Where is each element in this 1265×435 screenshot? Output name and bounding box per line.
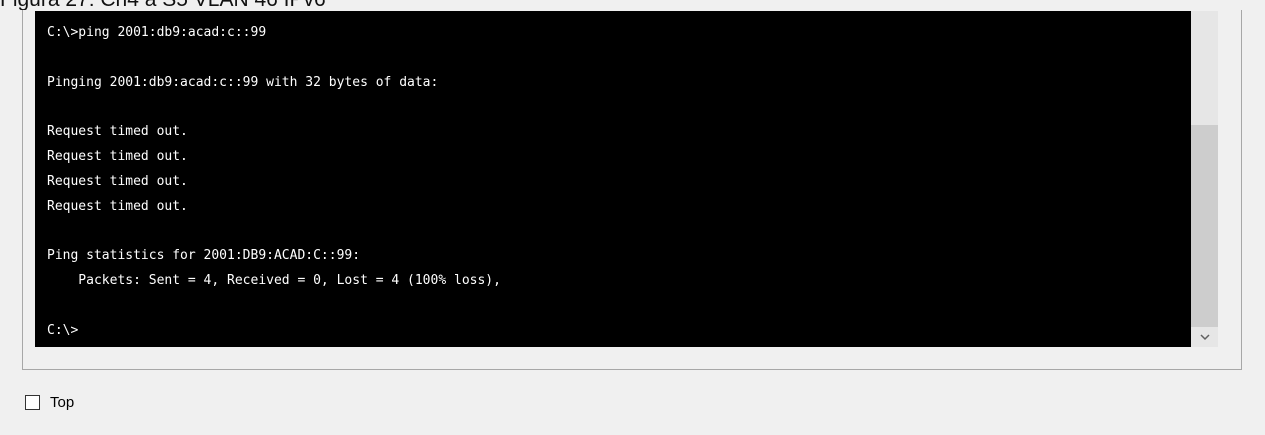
terminal-line: Request timed out. (47, 124, 188, 140)
terminal-line: Ping statistics for 2001:DB9:ACAD:C::99: (47, 248, 361, 264)
terminal-line: Packets: Sent = 4, Received = 0, Lost = … (47, 272, 501, 288)
scrollbar-thumb[interactable] (1191, 125, 1218, 327)
top-checkbox-label[interactable]: Top (50, 394, 74, 411)
vertical-scrollbar[interactable] (1191, 11, 1218, 347)
chevron-down-icon (1199, 333, 1210, 340)
top-option[interactable]: Top (25, 393, 74, 411)
terminal-line: Request timed out. (47, 173, 188, 189)
terminal-output[interactable]: C:\>ping 2001:db9:acad:c::99 Pinging 200… (35, 11, 1191, 347)
scroll-down-button[interactable] (1191, 327, 1218, 347)
figure-caption: Figura 27: Ch4 a S5 VLAN 46 IPv6 (0, 0, 600, 10)
terminal-line: Request timed out. (47, 148, 188, 164)
terminal-lines: C:\>ping 2001:db9:acad:c::99 Pinging 200… (47, 21, 501, 343)
terminal-line: C:\>ping 2001:db9:acad:c::99 (47, 25, 267, 40)
top-checkbox[interactable] (25, 394, 40, 410)
terminal-line: Pinging 2001:db9:acad:c::99 with 32 byte… (47, 74, 439, 90)
terminal-prompt[interactable]: C:\> (47, 319, 501, 344)
terminal-line: Request timed out. (47, 198, 188, 214)
